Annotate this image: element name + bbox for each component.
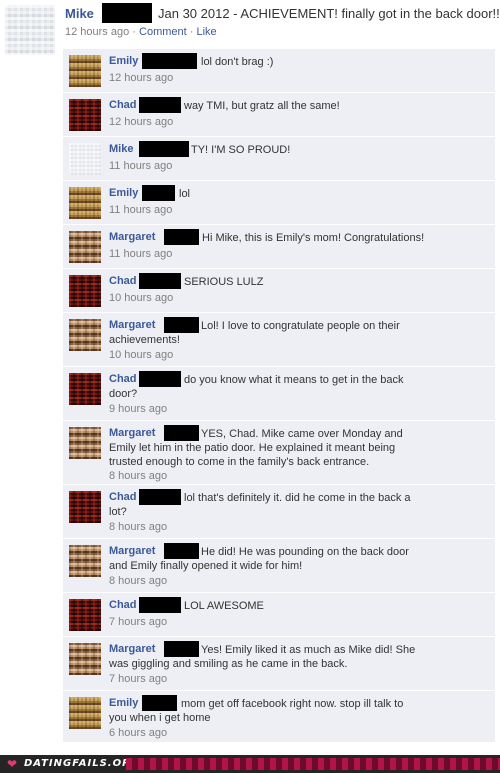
comment-link[interactable]: Comment xyxy=(139,26,187,38)
commenter-avatar[interactable] xyxy=(69,545,101,577)
heart-icon: ❤ xyxy=(7,757,18,771)
commenter-avatar[interactable] xyxy=(69,319,101,351)
commenter-avatar[interactable] xyxy=(69,373,101,405)
status-post: Mike Jan 30 2012 - ACHIEVEMENT! finally … xyxy=(0,0,500,55)
commenter-avatar[interactable] xyxy=(69,275,101,307)
comment-text: do you know what it means to get in the … xyxy=(109,374,404,400)
comment-time: 11 hours ago xyxy=(109,204,173,216)
comment: Chad do you know what it means to get in… xyxy=(63,366,495,420)
commenter-avatar[interactable] xyxy=(69,643,101,675)
commenter-name[interactable]: Mike xyxy=(109,143,133,155)
comment-time: 8 hours ago xyxy=(109,521,168,533)
comment: Chad way TMI, but gratz all the same! 12… xyxy=(63,92,495,136)
comment: Emily lol don't brag :) 12 hours ago xyxy=(63,48,495,92)
comment: Margaret He did! He was pounding on the … xyxy=(63,538,495,592)
comment: Emily mom get off facebook right now. st… xyxy=(63,690,495,742)
redacted-surname-bar xyxy=(139,597,181,613)
comment-text: Yes! Emily liked it as much as Mike did!… xyxy=(109,644,416,670)
redacted-surname-bar xyxy=(139,273,181,289)
commenter-name[interactable]: Chad xyxy=(109,275,137,287)
comment-text: SERIOUS LULZ xyxy=(184,276,264,288)
comment-time: 12 hours ago xyxy=(109,72,174,84)
commenter-avatar[interactable] xyxy=(69,231,101,263)
post-author-name[interactable]: Mike xyxy=(65,6,94,21)
commenter-avatar[interactable] xyxy=(69,187,101,219)
commenter-avatar[interactable] xyxy=(69,491,101,523)
comment: Emily lol 11 hours ago xyxy=(63,180,495,224)
comment-text: YES, Chad. Mike came over Monday and Emi… xyxy=(109,428,403,468)
comment-text: lol xyxy=(179,188,191,200)
comment-text: TY! I'M SO PROUD! xyxy=(191,144,291,156)
separator-dot: · xyxy=(132,26,136,38)
comment-time: 8 hours ago xyxy=(109,575,168,587)
comment-time: 11 hours ago xyxy=(109,160,173,172)
comment: Chad LOL AWESOME 7 hours ago xyxy=(63,592,495,636)
post-time: 12 hours ago xyxy=(65,26,130,38)
commenter-avatar[interactable] xyxy=(69,697,101,729)
watermark-bar: ❤ DATINGFAILS.ORG xyxy=(0,755,500,773)
redacted-surname-bar xyxy=(139,97,181,113)
redacted-surname-bar xyxy=(142,53,197,69)
site-logo: DATINGFAILS.ORG xyxy=(24,758,140,769)
comment-time: 6 hours ago xyxy=(109,727,168,739)
comment-time: 7 hours ago xyxy=(109,616,168,628)
commenter-avatar[interactable] xyxy=(69,143,101,175)
comment-text: Hi Mike, this is Emily's mom! Congratula… xyxy=(202,232,425,244)
comment-time: 11 hours ago xyxy=(109,248,173,260)
comment-text: way TMI, but gratz all the same! xyxy=(184,100,340,112)
comment: Margaret Hi Mike, this is Emily's mom! C… xyxy=(63,224,495,268)
post-text: Jan 30 2012 - ACHIEVEMENT! finally got i… xyxy=(158,6,500,21)
comment-time: 10 hours ago xyxy=(109,292,174,304)
commenter-avatar[interactable] xyxy=(69,427,101,459)
post-meta: 12 hours ago · Comment · Like xyxy=(65,26,217,38)
comment-time: 10 hours ago xyxy=(109,349,174,361)
separator-dot: · xyxy=(189,26,194,38)
comment-text: Lol! I love to congratulate people on th… xyxy=(109,320,400,346)
redacted-surname-bar xyxy=(102,3,152,23)
comment: Chad SERIOUS LULZ 10 hours ago xyxy=(63,268,495,312)
comment-time: 12 hours ago xyxy=(109,116,174,128)
commenter-name[interactable]: Chad xyxy=(109,599,137,611)
comment-time: 7 hours ago xyxy=(109,673,168,685)
redacted-surname-bar xyxy=(164,229,199,245)
comment: Margaret YES, Chad. Mike came over Monda… xyxy=(63,420,495,484)
comment-text: He did! He was pounding on the back door… xyxy=(109,546,409,572)
comment-text: lol that's definitely it. did he come in… xyxy=(109,492,411,518)
commenter-avatar[interactable] xyxy=(69,99,101,131)
commenter-avatar[interactable] xyxy=(69,55,101,87)
commenter-name[interactable]: Margaret xyxy=(109,231,155,243)
comment-text: mom get off facebook right now. stop ill… xyxy=(109,698,404,724)
commenter-avatar[interactable] xyxy=(69,599,101,631)
stripe-decoration xyxy=(126,758,500,770)
comment: Margaret Yes! Emily liked it as much as … xyxy=(63,636,495,690)
comment-time: 8 hours ago xyxy=(109,470,168,482)
redacted-surname-bar xyxy=(139,141,189,157)
comment-text: LOL AWESOME xyxy=(184,600,264,612)
redacted-surname-bar xyxy=(142,185,175,201)
commenter-name[interactable]: Chad xyxy=(109,99,137,111)
comment-list: Emily lol don't brag :) 12 hours ago Cha… xyxy=(63,48,495,742)
comment: Mike TY! I'M SO PROUD! 11 hours ago xyxy=(63,136,495,180)
comment: Chad lol that's definitely it. did he co… xyxy=(63,484,495,538)
commenter-name[interactable]: Emily xyxy=(109,55,138,67)
comment: Margaret Lol! I love to congratulate peo… xyxy=(63,312,495,366)
comment-text: lol don't brag :) xyxy=(201,56,274,68)
post-author-avatar[interactable] xyxy=(5,5,55,55)
commenter-name[interactable]: Emily xyxy=(109,187,138,199)
like-link[interactable]: Like xyxy=(197,26,217,38)
comment-time: 9 hours ago xyxy=(109,403,168,415)
